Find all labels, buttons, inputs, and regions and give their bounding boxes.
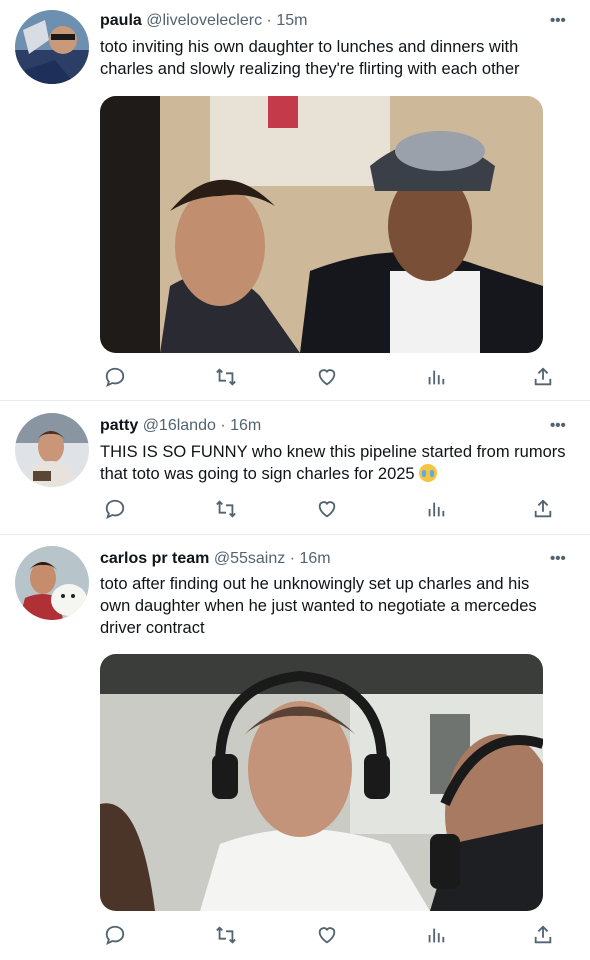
avatar[interactable] bbox=[15, 413, 89, 487]
author-name[interactable]: patty bbox=[100, 417, 138, 434]
loudly-crying-face-icon bbox=[419, 464, 438, 482]
tweet-2[interactable]: patty @16lando · 16m ••• THIS IS SO FUNN… bbox=[0, 401, 590, 533]
tweet-photo[interactable] bbox=[100, 96, 543, 353]
avatar[interactable] bbox=[15, 10, 89, 84]
tweet-text-content: THIS IS SO FUNNY who knew this pipeline … bbox=[100, 443, 566, 483]
share-icon[interactable] bbox=[532, 498, 556, 522]
like-icon[interactable] bbox=[316, 498, 340, 522]
tweet-3[interactable]: carlos pr team @55sainz · 16m ••• toto a… bbox=[0, 535, 590, 960]
like-icon[interactable] bbox=[316, 366, 340, 390]
tweet-1[interactable]: paula @liveloveleclerc · 15m ••• toto in… bbox=[0, 0, 590, 398]
views-icon[interactable] bbox=[425, 924, 449, 948]
timestamp[interactable]: · 16m bbox=[290, 550, 331, 567]
tweet-photo[interactable] bbox=[100, 654, 543, 911]
author-name[interactable]: paula bbox=[100, 12, 142, 29]
share-icon[interactable] bbox=[532, 924, 556, 948]
reply-icon[interactable] bbox=[104, 924, 128, 948]
tweet-text: toto inviting his own daughter to lunche… bbox=[100, 38, 520, 78]
author-name[interactable]: carlos pr team bbox=[100, 550, 209, 567]
like-icon[interactable] bbox=[316, 924, 340, 948]
author-handle[interactable]: @16lando bbox=[143, 417, 216, 434]
retweet-icon[interactable] bbox=[215, 498, 239, 522]
timestamp[interactable]: · 15m bbox=[267, 12, 308, 29]
more-icon[interactable]: ••• bbox=[550, 417, 566, 434]
tweet-text: toto after finding out he unknowingly se… bbox=[100, 575, 537, 637]
avatar[interactable] bbox=[15, 546, 89, 620]
reply-icon[interactable] bbox=[104, 366, 128, 390]
more-icon[interactable]: ••• bbox=[550, 12, 566, 29]
retweet-icon[interactable] bbox=[215, 924, 239, 948]
author-handle[interactable]: @55sainz bbox=[214, 550, 285, 567]
views-icon[interactable] bbox=[425, 366, 449, 390]
views-icon[interactable] bbox=[425, 498, 449, 522]
more-icon[interactable]: ••• bbox=[550, 550, 566, 567]
share-icon[interactable] bbox=[532, 366, 556, 390]
reply-icon[interactable] bbox=[104, 498, 128, 522]
author-handle[interactable]: @liveloveleclerc bbox=[146, 12, 262, 29]
timestamp[interactable]: · 16m bbox=[220, 417, 261, 434]
retweet-icon[interactable] bbox=[215, 366, 239, 390]
tweet-text: THIS IS SO FUNNY who knew this pipeline … bbox=[100, 441, 570, 485]
